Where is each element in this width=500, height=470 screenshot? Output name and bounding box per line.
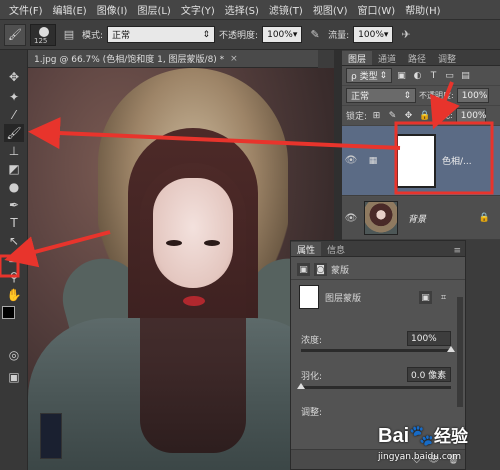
annotation-arrow-mask [430,81,460,130]
annotation-arrow-brush [28,117,401,150]
paw-icon: 🐾 [409,425,435,447]
annotation-overlay [0,81,494,278]
watermark-logo: Bai🐾经验 [378,425,469,447]
watermark-url: jingyan.baidu.com [378,452,462,462]
watermark: Bai🐾经验 jingyan.baidu.com [360,420,500,470]
annotation-box-mask [394,121,494,195]
annotation-arrow-swatch [4,230,111,268]
